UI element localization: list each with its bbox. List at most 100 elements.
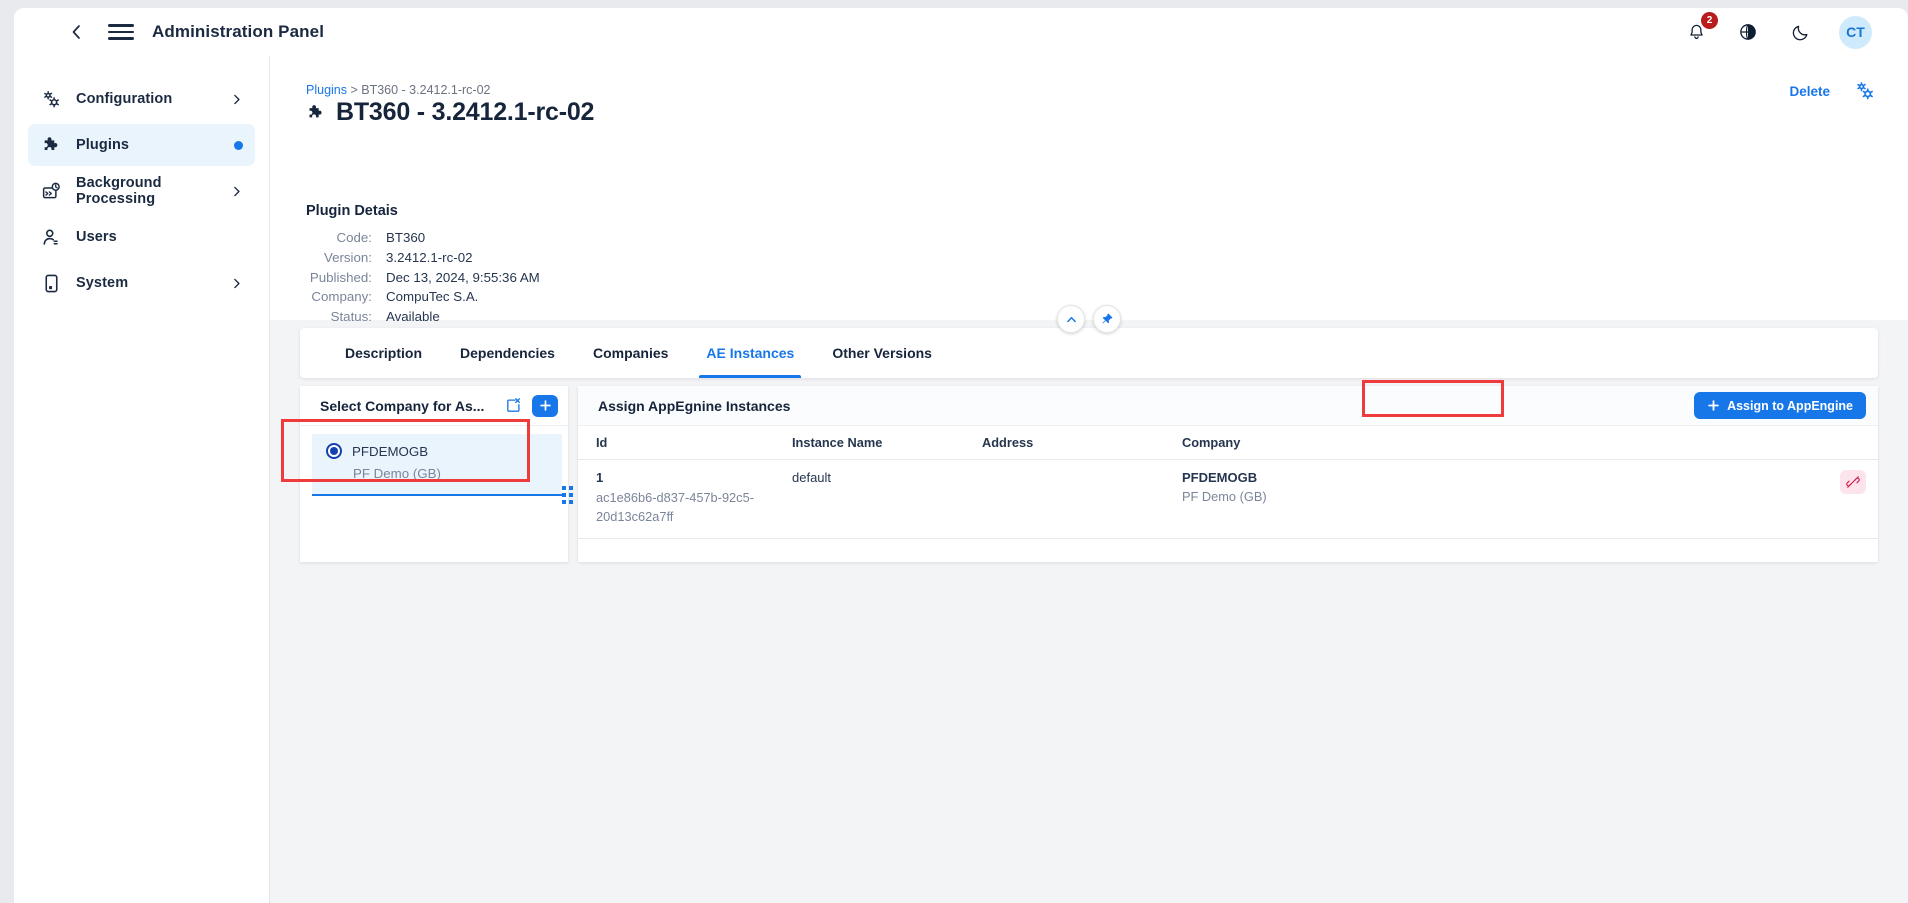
assign-instances-header: Assign AppEgnine Instances Assign to App… — [578, 386, 1878, 426]
detail-value: BT360 — [386, 230, 425, 245]
row-action-wrap — [1602, 470, 1878, 494]
back-button[interactable] — [64, 19, 90, 45]
chevron-right-icon — [230, 277, 243, 290]
select-company-header: Select Company for As... — [300, 386, 568, 426]
tab-other-versions[interactable]: Other Versions — [813, 328, 951, 378]
device-icon — [38, 271, 64, 295]
company-radio-button[interactable] — [326, 443, 342, 459]
cell-actions — [1584, 460, 1878, 539]
settings-gears-icon[interactable] — [1854, 80, 1876, 102]
tabs-card: Description Dependencies Companies AE In… — [300, 328, 1878, 378]
panel-toggle-buttons — [1057, 305, 1121, 333]
notifications-button[interactable]: 2 — [1683, 19, 1709, 45]
avatar[interactable]: CT — [1839, 16, 1872, 49]
instance-uuid: ac1e86b6-d837-457b-92c5-20d13c62a7ff — [596, 489, 774, 526]
plus-icon — [539, 399, 552, 412]
page-title-text: BT360 - 3.2412.1-rc-02 — [336, 98, 594, 127]
column-header-address[interactable]: Address — [964, 426, 1164, 460]
ae-instances-table: Id Instance Name Address Company 1 ac1e8… — [578, 426, 1878, 539]
delete-button[interactable]: Delete — [1789, 84, 1830, 99]
puzzle-piece-icon — [38, 133, 64, 157]
chevron-up-icon — [1065, 313, 1078, 326]
select-company-pane: Select Company for As... — [300, 386, 568, 562]
assign-instances-pane: Assign AppEgnine Instances Assign to App… — [578, 386, 1878, 562]
tab-dependencies[interactable]: Dependencies — [441, 328, 574, 378]
app-title: Administration Panel — [152, 22, 324, 42]
column-header-actions — [1584, 426, 1878, 460]
globe-icon — [1738, 22, 1758, 42]
cell-id: 1 ac1e86b6-d837-457b-92c5-20d13c62a7ff — [578, 460, 774, 539]
hamburger-menu-icon[interactable] — [108, 19, 134, 45]
select-company-title: Select Company for As... — [320, 398, 484, 414]
collapse-panel-button[interactable] — [1057, 305, 1085, 333]
column-header-company[interactable]: Company — [1164, 426, 1584, 460]
sidebar-item-label: System — [76, 275, 128, 291]
table-header: Id Instance Name Address Company — [578, 426, 1878, 460]
cell-company: PFDEMOGB PF Demo (GB) — [1164, 460, 1584, 539]
plugin-details-heading: Plugin Detais — [306, 203, 398, 219]
detail-label: Version: — [306, 250, 386, 265]
unlink-icon — [1846, 475, 1860, 489]
sidebar-item-label: Configuration — [76, 91, 172, 107]
user-icon — [38, 225, 64, 249]
table-header-row: Id Instance Name Address Company — [578, 426, 1878, 460]
detail-value: CompuTec S.A. — [386, 289, 478, 304]
company-list-item[interactable]: PFDEMOGB PF Demo (GB) — [312, 434, 562, 496]
row-company-name: PF Demo (GB) — [1182, 489, 1584, 504]
breadcrumb: Plugins > BT360 - 3.2412.1-rc-02 — [306, 83, 491, 97]
open-in-new-icon[interactable] — [505, 397, 522, 414]
sidebar-item-plugins[interactable]: Plugins — [28, 124, 255, 166]
chevron-right-icon — [230, 185, 243, 198]
assign-button-label: Assign to AppEngine — [1727, 399, 1853, 413]
column-header-id[interactable]: Id — [578, 426, 774, 460]
tab-companies[interactable]: Companies — [574, 328, 687, 378]
detail-row-version: Version: 3.2412.1-rc-02 — [306, 250, 540, 270]
detail-row-code: Code: BT360 — [306, 230, 540, 250]
cell-address — [964, 460, 1164, 539]
column-header-instance-name[interactable]: Instance Name — [774, 426, 964, 460]
panes-container: Select Company for As... — [300, 386, 1878, 562]
sidebar: Configuration Plugins — [14, 56, 270, 903]
pane-resize-handle[interactable] — [562, 486, 574, 506]
assign-to-appengine-button[interactable]: Assign to AppEngine — [1694, 392, 1866, 419]
sidebar-item-label: Plugins — [76, 137, 129, 153]
header-actions: Delete — [1789, 80, 1876, 102]
breadcrumb-current: BT360 - 3.2412.1-rc-02 — [361, 83, 490, 97]
moon-icon — [1791, 23, 1810, 42]
sidebar-item-users[interactable]: Users — [28, 216, 255, 258]
company-name: PF Demo (GB) — [353, 466, 562, 481]
table-body: 1 ac1e86b6-d837-457b-92c5-20d13c62a7ff d… — [578, 460, 1878, 539]
chevron-left-icon — [69, 24, 85, 40]
tab-description[interactable]: Description — [326, 328, 441, 378]
plugin-header-card: Plugins > BT360 - 3.2412.1-rc-02 BT360 -… — [270, 56, 1908, 320]
detail-label: Code: — [306, 230, 386, 245]
detail-row-company: Company: CompuTec S.A. — [306, 289, 540, 309]
table-row[interactable]: 1 ac1e86b6-d837-457b-92c5-20d13c62a7ff d… — [578, 460, 1878, 539]
detail-value: 3.2412.1-rc-02 — [386, 250, 472, 265]
detail-row-status: Status: Available — [306, 309, 540, 329]
pin-panel-button[interactable] — [1093, 305, 1121, 333]
tab-list: Description Dependencies Companies AE In… — [300, 328, 1878, 378]
app-root: Administration Panel 2 — [0, 0, 1908, 903]
page-title: BT360 - 3.2412.1-rc-02 — [306, 98, 594, 127]
add-company-button[interactable] — [532, 395, 558, 417]
gears-icon — [38, 87, 64, 111]
assign-instances-title: Assign AppEgnine Instances — [598, 398, 790, 414]
pin-icon — [1100, 312, 1114, 326]
sidebar-item-label: Users — [76, 229, 117, 245]
sidebar-item-system[interactable]: System — [28, 262, 255, 304]
sidebar-item-background-processing[interactable]: Background Processing — [28, 170, 255, 212]
notification-badge: 2 — [1701, 12, 1718, 29]
process-clock-icon — [38, 179, 64, 203]
tab-ae-instances[interactable]: AE Instances — [687, 328, 813, 378]
chevron-right-icon — [230, 93, 243, 106]
detail-label: Company: — [306, 289, 386, 304]
language-button[interactable] — [1735, 19, 1761, 45]
sidebar-item-configuration[interactable]: Configuration — [28, 78, 255, 120]
plus-icon — [1707, 399, 1720, 412]
top-bar: Administration Panel 2 — [14, 8, 1908, 56]
detail-value: Available — [386, 309, 440, 324]
breadcrumb-link-plugins[interactable]: Plugins — [306, 83, 347, 97]
theme-toggle-button[interactable] — [1787, 19, 1813, 45]
unassign-button[interactable] — [1840, 470, 1866, 494]
